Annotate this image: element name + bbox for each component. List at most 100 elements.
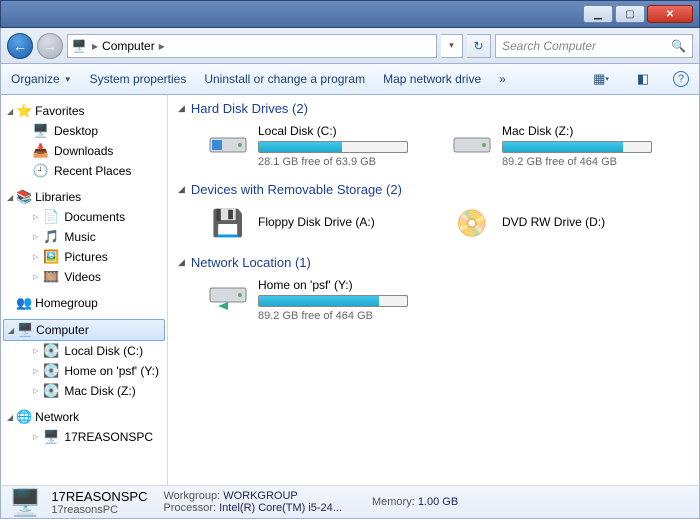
memory-label: Memory:: [372, 496, 415, 508]
maximize-button[interactable]: [615, 5, 645, 23]
uninstall-button[interactable]: Uninstall or change a program: [204, 72, 365, 86]
back-button[interactable]: ←: [7, 33, 33, 59]
network-group[interactable]: ◢🌐Network: [3, 407, 165, 427]
organize-button[interactable]: Organize▼: [11, 72, 72, 86]
collapse-icon: ◢: [8, 326, 14, 335]
command-bar: Organize▼ System properties Uninstall or…: [0, 63, 700, 95]
collapse-icon: ◢: [178, 103, 185, 114]
sidebar-item-downloads[interactable]: 📥Downloads: [3, 141, 165, 161]
minimize-button[interactable]: [583, 5, 613, 23]
view-button[interactable]: ▦▾: [589, 69, 613, 89]
window-titlebar: [0, 0, 700, 28]
recent-icon: 🕘: [33, 163, 49, 179]
nav-bar: ← → 🖥️ ▸ Computer ▸ ▾ ↻ Search Computer …: [0, 28, 700, 63]
computer-group[interactable]: ◢🖥️Computer: [3, 319, 165, 341]
navigation-pane: ◢⭐Favorites 🖥️Desktop 📥Downloads 🕘Recent…: [1, 95, 168, 485]
drive-icon: 💽: [43, 383, 59, 399]
sidebar-item-home-psf[interactable]: ▷💽Home on 'psf' (Y:): [3, 361, 165, 381]
network-drive-icon: [208, 278, 248, 314]
drive-name: Home on 'psf' (Y:): [258, 278, 428, 292]
pictures-icon: 🖼️: [43, 249, 59, 265]
capacity-bar: [258, 141, 408, 153]
address-bar[interactable]: 🖥️ ▸ Computer ▸: [67, 34, 437, 58]
computer-icon: 🖥️: [17, 322, 33, 338]
drive-home-psf-y[interactable]: Home on 'psf' (Y:) 89.2 GB free of 464 G…: [208, 278, 428, 322]
processor-label: Processor:: [163, 502, 216, 514]
search-icon: 🔍: [671, 39, 686, 53]
libraries-group[interactable]: ◢📚Libraries: [3, 187, 165, 207]
close-button[interactable]: [647, 5, 693, 23]
section-network[interactable]: ◢Network Location (1): [178, 255, 689, 270]
homegroup-icon: 👥: [16, 295, 32, 311]
videos-icon: 🎞️: [43, 269, 59, 285]
desktop-icon: 🖥️: [33, 123, 49, 139]
toolbar-overflow-button[interactable]: »: [499, 72, 506, 86]
sidebar-item-desktop[interactable]: 🖥️Desktop: [3, 121, 165, 141]
downloads-icon: 📥: [33, 143, 49, 159]
favorites-group[interactable]: ◢⭐Favorites: [3, 101, 165, 121]
dvd-icon: 📀: [452, 205, 492, 241]
processor-value: Intel(R) Core(TM) i5-24...: [219, 502, 342, 514]
search-placeholder: Search Computer: [502, 39, 596, 53]
hard-drive-icon: [452, 124, 492, 160]
sidebar-item-music[interactable]: ▷🎵Music: [3, 227, 165, 247]
details-pane: 🖥️ 17REASONSPC 17reasonsPC Workgroup: WO…: [0, 485, 700, 519]
documents-icon: 📄: [43, 209, 59, 225]
pc-domain: 17reasonsPC: [51, 504, 147, 516]
drive-mac-z[interactable]: Mac Disk (Z:) 89.2 GB free of 464 GB: [452, 124, 672, 168]
workgroup-value: WORKGROUP: [223, 490, 298, 502]
content-pane: ◢Hard Disk Drives (2) Local Disk (C:) 28…: [168, 95, 699, 485]
network-icon: 🌐: [16, 409, 32, 425]
refresh-button[interactable]: ↻: [467, 34, 491, 58]
breadcrumb-location[interactable]: Computer: [102, 39, 155, 53]
sidebar-item-recent[interactable]: 🕘Recent Places: [3, 161, 165, 181]
floppy-icon: 💾: [208, 205, 248, 241]
sidebar-item-documents[interactable]: ▷📄Documents: [3, 207, 165, 227]
hard-drive-icon: [208, 124, 248, 160]
drive-name: DVD RW Drive (D:): [502, 215, 672, 229]
drive-name: Floppy Disk Drive (A:): [258, 215, 428, 229]
drive-name: Local Disk (C:): [258, 124, 428, 138]
map-drive-button[interactable]: Map network drive: [383, 72, 481, 86]
memory-value: 1.00 GB: [418, 496, 458, 508]
drive-dvd-d[interactable]: 📀 DVD RW Drive (D:): [452, 205, 672, 241]
capacity-bar: [502, 141, 652, 153]
sidebar-item-local-disk[interactable]: ▷💽Local Disk (C:): [3, 341, 165, 361]
section-removable[interactable]: ◢Devices with Removable Storage (2): [178, 182, 689, 197]
workgroup-label: Workgroup:: [163, 490, 220, 502]
drive-local-c[interactable]: Local Disk (C:) 28.1 GB free of 63.9 GB: [208, 124, 428, 168]
drive-icon: 💽: [43, 343, 59, 359]
sidebar-item-mac-disk[interactable]: ▷💽Mac Disk (Z:): [3, 381, 165, 401]
drive-status: 89.2 GB free of 464 GB: [258, 310, 428, 322]
computer-icon: 🖥️: [9, 487, 41, 518]
music-icon: 🎵: [43, 229, 59, 245]
preview-pane-button[interactable]: ◧: [631, 69, 655, 89]
star-icon: ⭐: [16, 103, 32, 119]
homegroup-group[interactable]: ◢👥Homegroup: [3, 293, 165, 313]
sidebar-item-pictures[interactable]: ▷🖼️Pictures: [3, 247, 165, 267]
libraries-icon: 📚: [16, 189, 32, 205]
chevron-right-icon: ▸: [92, 39, 98, 53]
network-drive-icon: 💽: [43, 363, 59, 379]
collapse-icon: ◢: [7, 413, 13, 422]
collapse-icon: ◢: [7, 107, 13, 116]
collapse-icon: ◢: [7, 193, 13, 202]
drive-floppy-a[interactable]: 💾 Floppy Disk Drive (A:): [208, 205, 428, 241]
sidebar-item-network-pc[interactable]: ▷🖥️17REASONSPC: [3, 427, 165, 447]
sidebar-item-videos[interactable]: ▷🎞️Videos: [3, 267, 165, 287]
drive-status: 28.1 GB free of 63.9 GB: [258, 156, 428, 168]
forward-button[interactable]: →: [37, 33, 63, 59]
collapse-icon: ◢: [178, 257, 185, 268]
capacity-bar: [258, 295, 408, 307]
pc-name: 17REASONSPC: [51, 489, 147, 504]
help-button[interactable]: ?: [673, 71, 689, 87]
computer-icon: 🖥️: [70, 37, 88, 55]
section-hdd[interactable]: ◢Hard Disk Drives (2): [178, 101, 689, 116]
address-history-button[interactable]: ▾: [441, 34, 463, 58]
drive-status: 89.2 GB free of 464 GB: [502, 156, 672, 168]
chevron-right-icon: ▸: [159, 39, 165, 53]
system-properties-button[interactable]: System properties: [90, 72, 187, 86]
search-input[interactable]: Search Computer 🔍: [495, 34, 693, 58]
drive-name: Mac Disk (Z:): [502, 124, 672, 138]
collapse-icon: ◢: [178, 184, 185, 195]
